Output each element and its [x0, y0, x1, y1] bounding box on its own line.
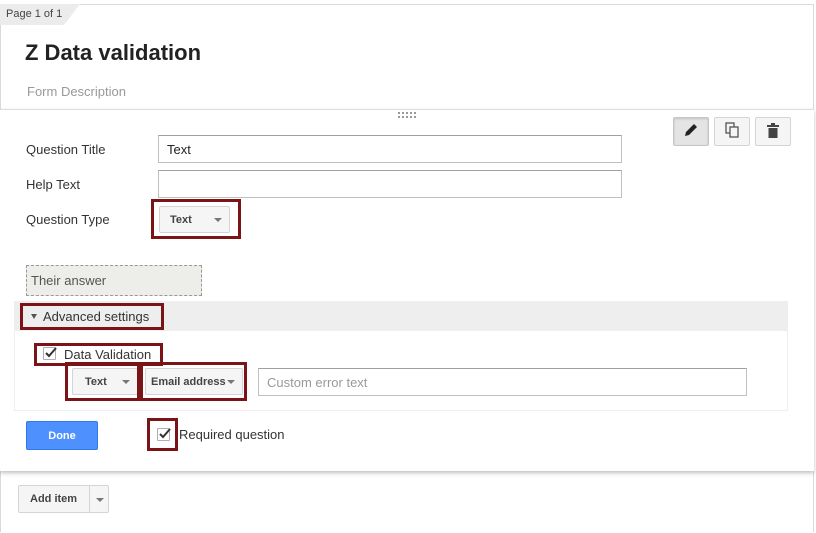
- question-title-input[interactable]: [158, 135, 622, 163]
- duplicate-button[interactable]: [714, 117, 750, 146]
- form-title[interactable]: Z Data validation: [25, 40, 201, 66]
- form-description[interactable]: Form Description: [27, 84, 126, 99]
- add-item-divider: [89, 486, 90, 512]
- answer-preview: Their answer: [26, 265, 202, 296]
- question-title-label: Question Title: [26, 142, 106, 157]
- edit-button[interactable]: [673, 117, 709, 146]
- add-item-button[interactable]: Add item: [18, 485, 109, 513]
- highlight-box-validation-type: [65, 362, 140, 401]
- delete-button[interactable]: [755, 117, 791, 146]
- highlight-box-validation-rule: [140, 362, 247, 401]
- question-type-label: Question Type: [26, 212, 110, 227]
- done-button[interactable]: Done: [26, 421, 98, 450]
- required-question-label: Required question: [179, 427, 285, 442]
- highlight-box-required: [147, 418, 178, 451]
- drag-handle-icon[interactable]: [398, 112, 418, 118]
- custom-error-input[interactable]: [258, 368, 747, 396]
- help-text-label: Help Text: [26, 177, 80, 192]
- chevron-down-icon[interactable]: [96, 498, 104, 502]
- add-item-label: Add item: [30, 493, 78, 505]
- pencil-icon: [684, 123, 698, 140]
- highlight-box-advanced-settings: [20, 303, 164, 330]
- highlight-box-question-type: [151, 199, 241, 239]
- duplicate-icon: [725, 122, 739, 141]
- trash-icon: [767, 122, 779, 141]
- help-text-input[interactable]: [158, 170, 622, 198]
